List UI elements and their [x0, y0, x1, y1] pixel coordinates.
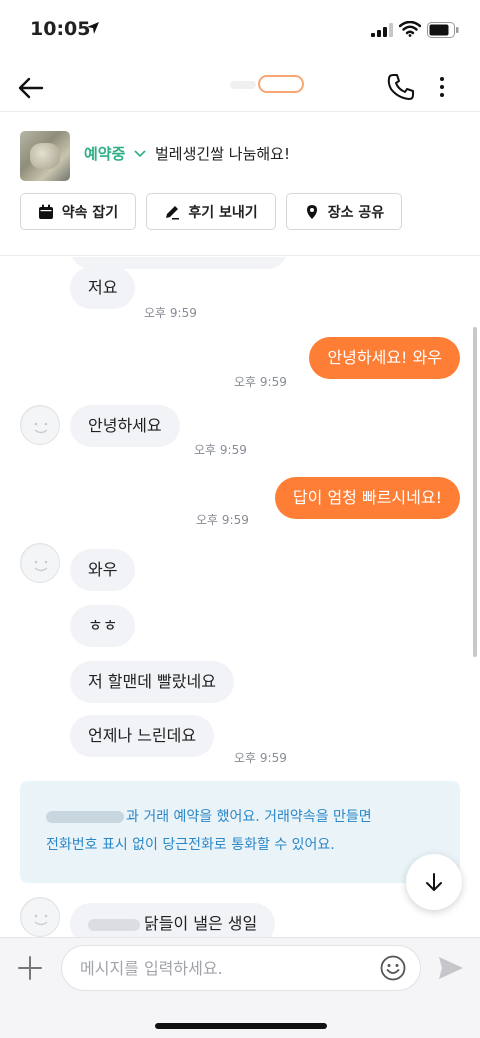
emoji-icon[interactable] [380, 955, 406, 981]
message-bubble-outgoing: 답이 엄청 빠르시네요! [274, 477, 460, 519]
phone-icon[interactable] [386, 72, 416, 102]
partner-avatar[interactable] [20, 543, 60, 583]
message-bubble-incoming: 와우 [70, 549, 136, 591]
product-thumbnail[interactable] [20, 131, 70, 181]
product-info-bar: 예약중 벌레생긴쌀 나눔해요! 약속 잡기 후기 보내기 장소 공유 [0, 113, 480, 256]
cellular-signal-icon [371, 23, 393, 37]
message-time: 오후 9:59 [194, 443, 247, 457]
notice-line-2: 전화번호 표시 없이 당근전화로 통화할 수 있어요. [46, 837, 335, 853]
chat-messages[interactable]: 저요 오후 9:59 안녕하세요! 와우 오후 9:59 안녕하세요 오후 9:… [0, 257, 480, 937]
home-indicator [155, 1023, 327, 1029]
trade-status-dropdown[interactable]: 예약중 [84, 143, 125, 164]
notice-line-1: 과 거래 예약을 했어요. 거래약속을 만들면 [126, 809, 372, 825]
make-appointment-button[interactable]: 약속 잡기 [20, 193, 136, 230]
send-review-label: 후기 보내기 [188, 204, 258, 221]
pencil-icon [166, 205, 180, 219]
message-bubble-incoming: 안녕하세요 [70, 405, 180, 447]
calendar-icon [38, 204, 53, 219]
message-bubble-outgoing: 안녕하세요! 와우 [309, 337, 460, 379]
chevron-down-icon[interactable] [134, 149, 146, 159]
message-input[interactable] [61, 945, 421, 991]
message-time: 오후 9:59 [144, 306, 197, 320]
chat-scrollbar[interactable] [473, 327, 477, 657]
send-icon[interactable] [437, 954, 465, 982]
message-bubble-incoming-partial: 닭들이 낼은 생일 [70, 903, 276, 937]
scroll-to-bottom-button[interactable] [406, 854, 462, 910]
partner-avatar[interactable] [20, 897, 60, 937]
message-bubble-incoming: 저 할맨데 빨랐네요 [70, 661, 234, 703]
message-input-bar [0, 937, 480, 1038]
share-place-label: 장소 공유 [327, 204, 385, 221]
redacted-nickname [46, 811, 124, 823]
status-time: 10:05 [30, 18, 91, 40]
chat-header [0, 60, 480, 112]
plus-icon[interactable] [16, 954, 44, 982]
profile-placeholder-icon [22, 407, 59, 444]
share-place-button[interactable]: 장소 공유 [286, 193, 402, 230]
partner-avatar[interactable] [20, 405, 60, 445]
wifi-icon [399, 21, 421, 37]
status-bar: 10:05 [0, 0, 480, 60]
product-title[interactable]: 벌레생긴쌀 나눔해요! [155, 143, 290, 164]
back-arrow-icon[interactable] [16, 74, 44, 102]
battery-icon [427, 22, 459, 38]
message-bubble-incoming: ㅎㅎ [70, 605, 136, 647]
message-time: 오후 9:59 [234, 751, 287, 765]
reservation-notice: 과 거래 예약을 했어요. 거래약속을 만들면 전화번호 표시 없이 당근전화로… [20, 781, 460, 883]
location-arrow-icon [87, 22, 99, 34]
profile-placeholder-icon [22, 899, 59, 936]
send-review-button[interactable]: 후기 보내기 [146, 193, 276, 230]
map-pin-icon [306, 204, 317, 219]
redacted-text [88, 918, 140, 931]
partner-name-redacted [230, 75, 304, 93]
message-time: 오후 9:59 [234, 375, 287, 389]
profile-placeholder-icon [22, 545, 59, 582]
make-appointment-label: 약속 잡기 [61, 204, 119, 221]
partial-message-text: 닭들이 낼은 생일 [144, 914, 258, 933]
message-bubble-incoming: 언제나 느린데요 [70, 715, 215, 757]
more-options-icon[interactable] [432, 72, 452, 102]
arrow-down-icon [426, 873, 442, 891]
message-time: 오후 9:59 [196, 513, 249, 527]
message-bubble-incoming: 저요 [70, 267, 136, 309]
